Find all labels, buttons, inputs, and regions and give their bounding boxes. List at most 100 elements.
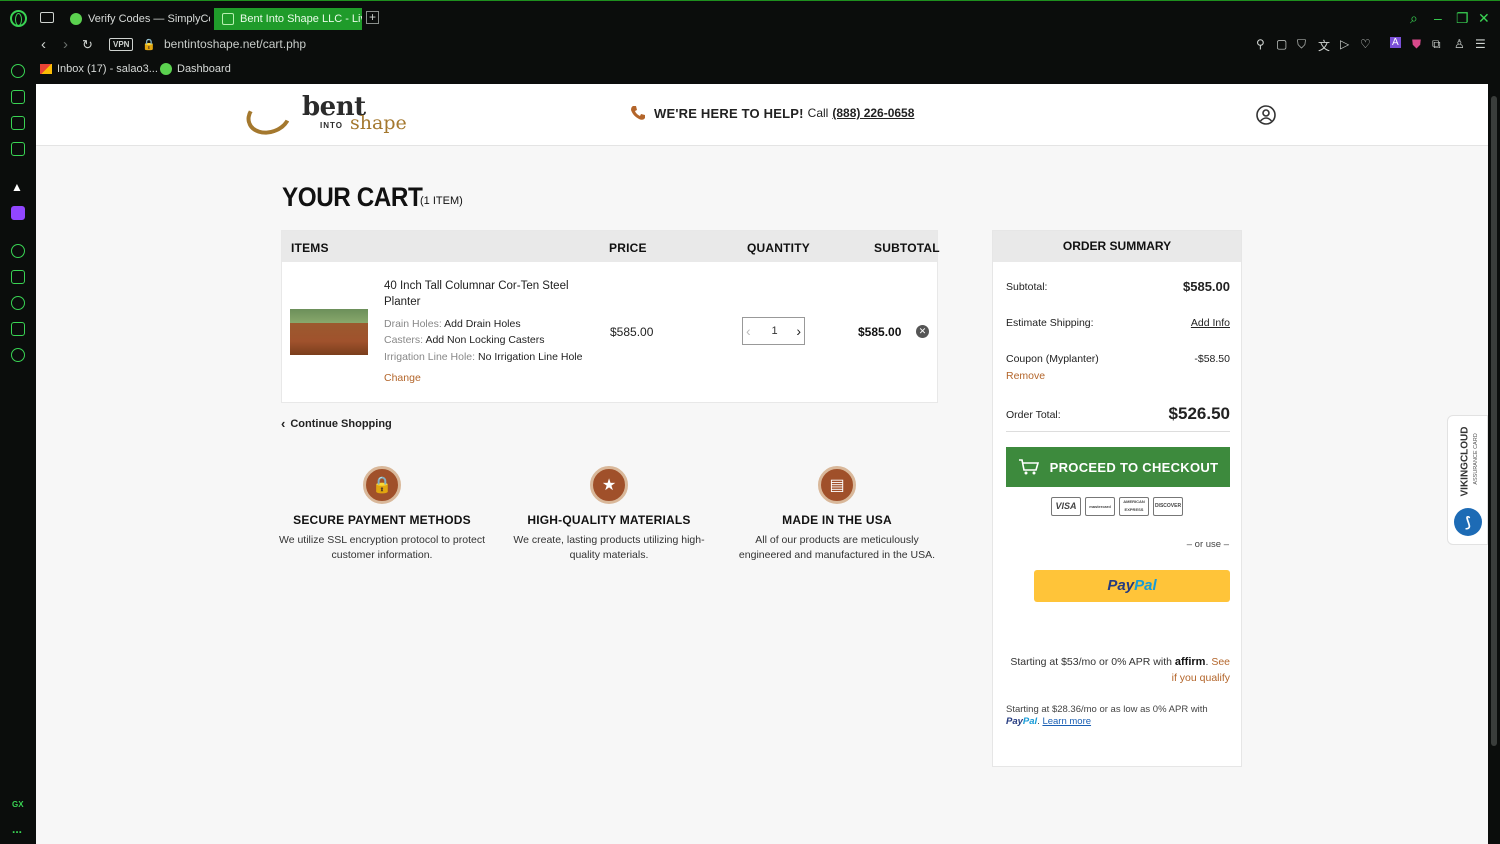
continue-shopping-link[interactable]: ‹ Continue Shopping xyxy=(281,416,392,431)
news-icon[interactable] xyxy=(11,116,25,130)
coupon-value: -$58.50 xyxy=(1194,353,1230,365)
learn-more-link[interactable]: Learn more xyxy=(1042,716,1091,727)
page-scrollbar[interactable] xyxy=(1488,84,1500,844)
paypal-logo-pal: Pal xyxy=(1134,577,1157,594)
feature-text: All of our products are meticulously eng… xyxy=(738,534,936,561)
logo-swoosh-icon xyxy=(241,91,297,141)
affirm-logo: affirm xyxy=(1174,656,1206,668)
star-badge-icon: ★ xyxy=(590,466,628,504)
vikingcloud-badge[interactable]: VIKINGCLOUD ASSURANCE CARD ⟆ xyxy=(1447,415,1488,545)
opera-logo-icon[interactable] xyxy=(10,10,27,27)
column-quantity: QUANTITY xyxy=(747,241,810,255)
option-irrigation: Irrigation Line Hole: No Irrigation Line… xyxy=(384,351,582,363)
logo-text-into: INTO xyxy=(320,121,343,130)
order-total-label: Order Total: xyxy=(1006,409,1061,421)
vpn-badge[interactable]: VPN xyxy=(109,38,134,51)
reload-icon[interactable]: ↻ xyxy=(82,37,93,53)
pinboard-icon[interactable] xyxy=(11,270,25,284)
summary-shipping-row: Estimate Shipping: Add Info xyxy=(1006,317,1230,329)
bookmark-label: Dashboard xyxy=(177,63,231,75)
feature-title: SECURE PAYMENT METHODS xyxy=(293,513,471,527)
option-drain-holes: Drain Holes: Add Drain Holes xyxy=(384,318,521,330)
paypal-logo-pay: Pay xyxy=(1107,577,1135,594)
option-key: Irrigation Line Hole: xyxy=(384,351,476,363)
shield-icon[interactable]: ⛉ xyxy=(1297,37,1306,52)
bookmark-pin-icon[interactable]: ⚲ xyxy=(1256,37,1265,51)
paypal-button[interactable]: PayPal xyxy=(1034,570,1230,602)
change-options-link[interactable]: Change xyxy=(384,372,421,384)
bookmark-dashboard[interactable]: Dashboard xyxy=(160,63,231,75)
snapshot-icon[interactable]: ▢ xyxy=(1276,37,1287,51)
summary-subtotal-row: Subtotal: $585.00 xyxy=(1006,279,1230,294)
product-name[interactable]: 40 Inch Tall Columnar Cor-Ten Steel Plan… xyxy=(384,278,584,310)
ublock-icon[interactable]: ⛊ xyxy=(1412,37,1421,52)
add-shipping-info-link[interactable]: Add Info xyxy=(1191,317,1230,329)
account-icon[interactable] xyxy=(1256,105,1276,125)
extension-a-icon[interactable]: A xyxy=(1390,37,1401,48)
menu-icon[interactable]: ☰ xyxy=(1475,37,1486,51)
item-price: $585.00 xyxy=(610,325,654,339)
heart-icon[interactable]: ♡ xyxy=(1360,37,1371,51)
settings-icon[interactable] xyxy=(11,348,25,362)
back-icon[interactable]: ‹ xyxy=(41,36,46,53)
column-items: ITEMS xyxy=(291,241,329,255)
new-tab-button[interactable]: + xyxy=(366,11,379,24)
remove-coupon-link[interactable]: Remove xyxy=(1006,370,1045,382)
gx-corner-icon[interactable] xyxy=(11,90,25,104)
close-window-icon[interactable]: ✕ xyxy=(1478,10,1490,27)
messenger-icon[interactable] xyxy=(11,142,25,156)
sidebar-extensions-icon[interactable] xyxy=(11,322,25,336)
minimize-icon[interactable]: – xyxy=(1434,10,1442,26)
visa-card-icon: VISA xyxy=(1051,497,1081,516)
browser-tab-bent-into-shape[interactable]: Bent Into Shape LLC - Live xyxy=(214,8,362,30)
amex-card-icon: AMERICAN EXPRESS xyxy=(1119,497,1149,516)
tab-overview-icon[interactable] xyxy=(40,12,54,23)
feature-text: We utilize SSL encryption protocol to pr… xyxy=(278,534,486,561)
search-tabs-icon[interactable]: ⌕ xyxy=(1410,10,1418,27)
summary-total-row: Order Total: $526.50 xyxy=(1006,404,1230,423)
tab-label: Verify Codes — SimplyCod xyxy=(88,13,210,25)
or-use-text: – or use – xyxy=(1186,539,1229,550)
feature-title: MADE IN THE USA xyxy=(782,513,892,527)
site-logo[interactable]: bent INTO shape xyxy=(241,91,416,141)
help-call-label: Call xyxy=(807,106,829,120)
aria-icon[interactable]: ▲ xyxy=(11,180,25,194)
feature-text: We create, lasting products utilizing hi… xyxy=(513,534,705,561)
gx-control-icon[interactable] xyxy=(11,64,25,78)
forward-icon[interactable]: › xyxy=(63,36,68,53)
phone-link[interactable]: (888) 226-0658 xyxy=(832,106,914,120)
increase-quantity-icon[interactable]: › xyxy=(796,323,801,339)
maximize-icon[interactable]: ❐ xyxy=(1456,10,1469,27)
cart-item-count: (1 ITEM) xyxy=(420,195,463,207)
gx-label[interactable]: GX xyxy=(12,800,24,809)
extensions-icon[interactable]: ⧉ xyxy=(1432,37,1441,52)
affirm-message: Starting at $53/mo or 0% APR with affirm… xyxy=(1010,656,1230,684)
feature-high-quality: ★ HIGH-QUALITY MATERIALS We create, last… xyxy=(499,466,719,563)
item-subtotal: $585.00 xyxy=(858,325,902,339)
cart-icon xyxy=(1018,459,1039,475)
translate-icon[interactable]: 文 xyxy=(1318,37,1330,54)
option-value: Add Non Locking Casters xyxy=(425,334,545,346)
play-icon[interactable]: ▷ xyxy=(1340,37,1349,51)
player-icon[interactable] xyxy=(11,244,25,258)
gmail-icon xyxy=(40,64,52,74)
profile-icon[interactable]: ♙ xyxy=(1454,37,1465,51)
paypal-credit-message: Starting at $28.36/mo or as low as 0% AP… xyxy=(1006,704,1208,727)
phone-icon xyxy=(631,106,645,120)
product-image[interactable] xyxy=(290,309,368,355)
tab-favicon-icon xyxy=(70,13,82,25)
scrollbar-thumb[interactable] xyxy=(1491,96,1497,746)
history-icon[interactable] xyxy=(11,296,25,310)
url-field[interactable]: bentintoshape.net/cart.php xyxy=(164,37,306,51)
option-value: Add Drain Holes xyxy=(444,318,521,330)
proceed-to-checkout-button[interactable]: PROCEED TO CHECKOUT xyxy=(1006,447,1230,487)
browser-tab-verify-codes[interactable]: Verify Codes — SimplyCod xyxy=(62,8,210,30)
remove-item-icon[interactable]: ✕ xyxy=(916,325,929,338)
sidebar-more-icon[interactable]: ... xyxy=(12,822,22,836)
dashboard-icon xyxy=(160,63,172,75)
twitch-icon[interactable] xyxy=(11,206,25,220)
order-total-value: $526.50 xyxy=(1168,404,1230,423)
feature-secure-payment: 🔒 SECURE PAYMENT METHODS We utilize SSL … xyxy=(272,466,492,563)
bookmark-inbox[interactable]: Inbox (17) - salao3... xyxy=(40,63,158,75)
lock-icon[interactable]: 🔒 xyxy=(142,38,156,51)
